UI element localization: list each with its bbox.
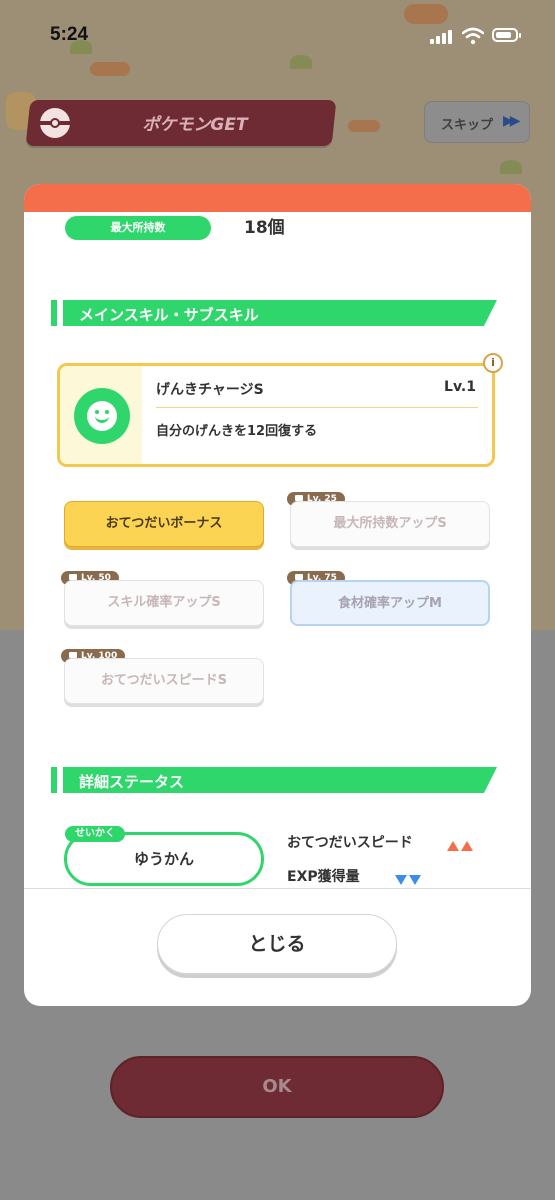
rock-decoration bbox=[348, 120, 380, 132]
battery-icon bbox=[492, 28, 521, 42]
modal-scroll-area[interactable]: 最大所持数 18個 メインスキル・サブスキル げんきチャージS Lv.1 自分の… bbox=[24, 212, 531, 888]
fast-forward-icon: ▶▶ bbox=[503, 113, 520, 129]
main-skill-description: 自分のげんきを12回復する bbox=[156, 424, 318, 439]
ok-button[interactable]: OK bbox=[110, 1056, 444, 1118]
main-skill-level: Lv.1 bbox=[444, 379, 476, 395]
pokeball-icon bbox=[40, 108, 70, 138]
signal-icon bbox=[430, 30, 454, 44]
nature-value: ゆうかん bbox=[133, 850, 194, 868]
sub-skill-button-5[interactable]: おてつだいスピードS bbox=[64, 658, 264, 704]
details-section-title: 詳細ステータス bbox=[79, 773, 185, 791]
up-arrows-icon bbox=[445, 836, 473, 855]
info-icon[interactable]: i bbox=[483, 353, 503, 373]
main-skill-name: げんきチャージS bbox=[156, 382, 264, 398]
sub-skill-button-1[interactable]: おてつだいボーナス bbox=[64, 501, 264, 547]
stat-label-speed: おてつだいスピード bbox=[287, 835, 413, 851]
nature-tag: せいかく bbox=[65, 826, 125, 842]
close-button[interactable]: とじる bbox=[157, 914, 397, 974]
wifi-icon bbox=[462, 27, 484, 45]
pokemon-detail-modal: 最大所持数 18個 メインスキル・サブスキル げんきチャージS Lv.1 自分の… bbox=[24, 184, 531, 1006]
down-arrows-icon bbox=[393, 870, 421, 888]
grass-decoration bbox=[500, 160, 522, 174]
max-hold-label: 最大所持数 bbox=[65, 216, 211, 240]
status-bar: 5:24 bbox=[0, 0, 555, 70]
max-hold-value: 18個 bbox=[244, 218, 285, 238]
skills-section-header: メインスキル・サブスキル bbox=[51, 300, 499, 326]
stat-label-exp: EXP獲得量 bbox=[287, 869, 360, 885]
skills-section-title: メインスキル・サブスキル bbox=[79, 306, 259, 324]
modal-header-strip bbox=[24, 184, 531, 212]
skip-button[interactable]: スキップ ▶▶ bbox=[424, 101, 530, 143]
main-skill-card[interactable]: げんきチャージS Lv.1 自分のげんきを12回復する bbox=[57, 363, 495, 467]
sub-skill-button-4[interactable]: 食材確率アップM bbox=[290, 580, 490, 626]
details-section-header: 詳細ステータス bbox=[51, 767, 499, 793]
sub-skill-button-2[interactable]: 最大所持数アップS bbox=[290, 501, 490, 547]
divider bbox=[24, 888, 531, 889]
skip-label: スキップ bbox=[441, 118, 494, 133]
smile-face-icon bbox=[74, 388, 130, 444]
clock: 5:24 bbox=[50, 24, 89, 45]
sub-skill-button-3[interactable]: スキル確率アップS bbox=[64, 580, 264, 626]
pokemon-get-label: ポケモンGET bbox=[142, 115, 248, 135]
divider bbox=[156, 407, 478, 408]
